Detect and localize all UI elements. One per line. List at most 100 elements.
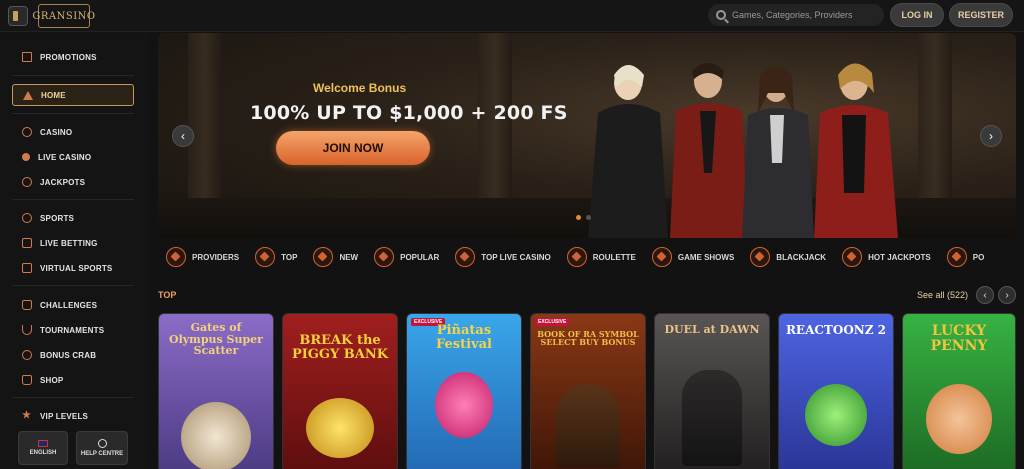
sidebar-item-sports[interactable]: SPORTS bbox=[12, 207, 134, 229]
sports-icon bbox=[22, 213, 32, 223]
divider bbox=[12, 199, 134, 200]
top-icon bbox=[255, 247, 276, 267]
gift-icon bbox=[22, 52, 32, 62]
category-new[interactable]: NEW bbox=[313, 247, 358, 267]
sidebar-item-label: VIP LEVELS bbox=[40, 411, 89, 421]
category-more[interactable]: PO bbox=[946, 247, 984, 267]
sidebar-item-live-betting[interactable]: LIVE BETTING bbox=[12, 232, 134, 254]
category-game-shows[interactable]: GAME SHOWS bbox=[651, 247, 735, 267]
banner-title: Welcome Bonus bbox=[313, 81, 407, 95]
game-title: DUEL at DAWN bbox=[664, 323, 760, 336]
sidebar-item-casino[interactable]: CASINO bbox=[12, 121, 134, 143]
join-now-button[interactable]: JOIN NOW bbox=[276, 131, 430, 165]
sidebar-item-label: CHALLENGES bbox=[40, 300, 98, 310]
category-blackjack[interactable]: BLACKJACK bbox=[750, 247, 826, 267]
casino-icon bbox=[22, 127, 32, 137]
chevron-right-icon: › bbox=[989, 129, 993, 143]
game-tile-lucky-penny[interactable]: LUCKY PENNY bbox=[902, 313, 1016, 469]
vip-icon: ★ bbox=[22, 410, 32, 421]
search-bar[interactable] bbox=[708, 4, 884, 26]
top-header: GRANSINO LOG IN REGISTER bbox=[0, 0, 1024, 32]
sidebar-item-jackpots[interactable]: JACKPOTS bbox=[12, 171, 134, 193]
chevron-left-icon: ‹ bbox=[181, 129, 185, 143]
menu-toggle-icon[interactable] bbox=[8, 6, 28, 26]
search-input[interactable] bbox=[732, 10, 872, 20]
game-title: BOOK OF RA SYMBOL SELECT BUY BONUS bbox=[537, 329, 639, 348]
virtual-sports-icon bbox=[22, 263, 32, 273]
banner-next-button[interactable]: › bbox=[980, 125, 1002, 147]
language-button[interactable]: ENGLISH bbox=[18, 431, 68, 465]
help-label: HELP CENTRE bbox=[80, 451, 124, 457]
sidebar-item-label: VIRTUAL SPORTS bbox=[40, 263, 113, 273]
game-art bbox=[682, 370, 742, 466]
sidebar-item-shop[interactable]: SHOP bbox=[12, 369, 134, 391]
sidebar-item-tournaments[interactable]: TOURNAMENTS bbox=[12, 319, 134, 341]
game-title: BREAK the PIGGY BANK bbox=[291, 333, 389, 362]
challenges-icon bbox=[22, 300, 32, 310]
exclusive-badge: EXCLUSIVE bbox=[535, 318, 570, 326]
category-roulette[interactable]: ROULETTE bbox=[566, 247, 636, 267]
game-title: Piñatas Festival bbox=[436, 323, 492, 352]
divider bbox=[12, 285, 134, 286]
sidebar-item-virtual-sports[interactable]: VIRTUAL SPORTS bbox=[12, 257, 134, 279]
sidebar-item-label: LIVE BETTING bbox=[40, 238, 98, 248]
popular-icon bbox=[374, 247, 395, 267]
games-next-button[interactable]: › bbox=[998, 286, 1016, 304]
slide-indicator bbox=[576, 215, 591, 220]
category-label: NEW bbox=[339, 252, 359, 262]
new-icon bbox=[313, 247, 334, 267]
game-art bbox=[181, 402, 251, 469]
category-hot-jackpots[interactable]: HOT JACKPOTS bbox=[842, 247, 931, 267]
sidebar-item-bonus-crab[interactable]: BONUS CRAB bbox=[12, 344, 134, 366]
crab-icon bbox=[22, 350, 32, 360]
game-art bbox=[435, 372, 493, 438]
login-button[interactable]: LOG IN bbox=[890, 3, 944, 27]
hot-jackpots-icon bbox=[842, 247, 863, 267]
game-tile-gates-of-olympus[interactable]: Gates of Olympus Super Scatter bbox=[158, 313, 274, 469]
sidebar-item-promotions[interactable]: PROMOTIONS bbox=[12, 46, 134, 68]
sidebar-item-challenges[interactable]: CHALLENGES bbox=[12, 294, 134, 316]
divider bbox=[12, 397, 134, 398]
category-label: HOT JACKPOTS bbox=[868, 252, 931, 262]
game-tile-book-of-ra[interactable]: EXCLUSIVE BOOK OF RA SYMBOL SELECT BUY B… bbox=[530, 313, 646, 469]
help-icon bbox=[97, 439, 107, 448]
game-art bbox=[926, 384, 992, 454]
sidebar-item-label: SPORTS bbox=[40, 213, 75, 223]
banner-prev-button[interactable]: ‹ bbox=[172, 125, 194, 147]
category-label: ROULETTE bbox=[592, 252, 636, 262]
search-icon bbox=[716, 10, 726, 20]
sidebar-item-label: HOME bbox=[41, 90, 66, 100]
game-tile-duel-at-dawn[interactable]: DUEL at DAWN bbox=[654, 313, 770, 469]
sidebar-item-label: PROMOTIONS bbox=[40, 52, 97, 62]
hero-banner[interactable]: Welcome Bonus 100% UP TO $1,000 + 200 FS… bbox=[158, 33, 1016, 238]
section-title: TOP bbox=[158, 290, 177, 300]
category-popular[interactable]: POPULAR bbox=[374, 247, 439, 267]
category-label: TOP bbox=[281, 252, 298, 262]
game-tile-reactoonz-2[interactable]: REACTOONZ 2 bbox=[778, 313, 894, 469]
category-top-live-casino[interactable]: TOP LIVE CASINO bbox=[455, 247, 551, 267]
sidebar-item-home[interactable]: HOME bbox=[12, 84, 134, 106]
game-tile-break-the-piggy-bank[interactable]: BREAK the PIGGY BANK bbox=[282, 313, 398, 469]
games-prev-button[interactable]: ‹ bbox=[976, 286, 994, 304]
sidebar-item-label: CASINO bbox=[40, 127, 73, 137]
see-all-link[interactable]: See all (522) bbox=[917, 290, 968, 300]
game-title: REACTOONZ 2 bbox=[785, 323, 887, 337]
category-top[interactable]: TOP bbox=[255, 247, 297, 267]
divider bbox=[12, 75, 134, 76]
game-tile-pinatas-festival[interactable]: EXCLUSIVE Piñatas Festival bbox=[406, 313, 522, 469]
slide-dot[interactable] bbox=[586, 215, 591, 220]
help-centre-button[interactable]: HELP CENTRE bbox=[76, 431, 128, 465]
divider bbox=[12, 113, 134, 114]
chevron-left-icon: ‹ bbox=[983, 289, 987, 301]
game-art bbox=[556, 384, 620, 468]
category-label: GAME SHOWS bbox=[677, 252, 735, 262]
sidebar-item-live-casino[interactable]: LIVE CASINO bbox=[12, 146, 134, 168]
category-providers[interactable]: PROVIDERS bbox=[166, 247, 239, 267]
logo[interactable]: GRANSINO bbox=[32, 4, 95, 28]
register-button[interactable]: REGISTER bbox=[949, 3, 1013, 27]
slide-dot[interactable] bbox=[576, 215, 581, 220]
sidebar-item-vip-levels[interactable]: ★ VIP LEVELS bbox=[12, 405, 134, 427]
language-label: ENGLISH bbox=[29, 450, 57, 456]
game-art bbox=[805, 384, 867, 446]
category-bar: PROVIDERS TOP NEW POPULAR TOP LIVE CASIN… bbox=[158, 243, 1016, 271]
